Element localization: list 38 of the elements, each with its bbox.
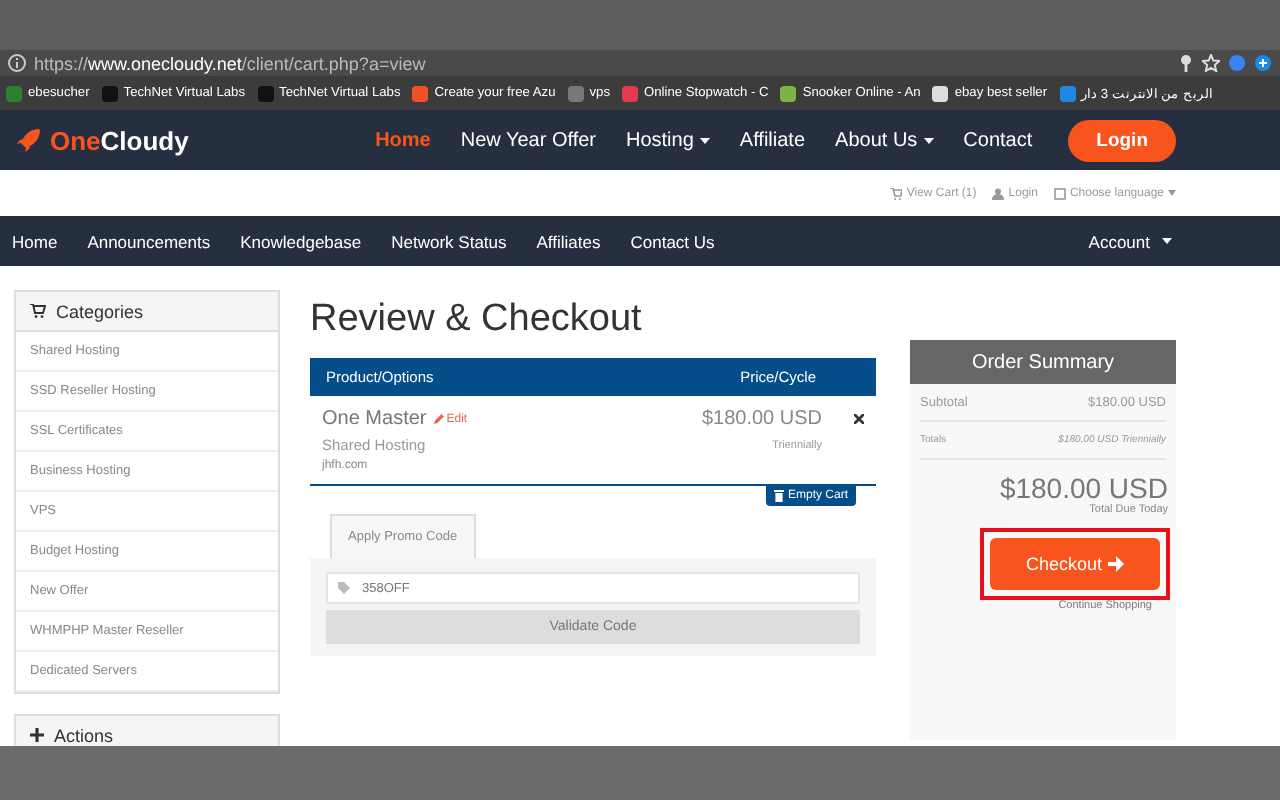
remove-icon — [854, 414, 864, 424]
pencil-icon — [434, 414, 445, 424]
arrow-right-icon — [1108, 556, 1125, 572]
account-menu[interactable]: Account — [1088, 231, 1172, 251]
caret-icon — [1168, 190, 1176, 196]
cart-icon — [890, 187, 903, 199]
nav-link[interactable]: Contact — [963, 129, 1033, 151]
extension-icon — [1228, 54, 1246, 72]
product-price: $180.00 USD — [701, 408, 822, 430]
star-icon — [1202, 54, 1220, 72]
cart-icon — [30, 304, 46, 318]
page-title: Review & Checkout — [310, 298, 644, 342]
summary-title: Order Summary — [910, 340, 1176, 384]
rocket-icon — [16, 128, 40, 152]
panel-title: Categories — [56, 301, 144, 321]
nav-link[interactable]: Affiliates — [536, 231, 601, 251]
nav-link[interactable]: Knowledgebase — [240, 231, 362, 251]
plus-icon — [30, 728, 44, 742]
info-icon — [8, 54, 26, 72]
nav-link[interactable]: Network Status — [391, 231, 507, 251]
product-name: One Master — [322, 408, 427, 430]
nav-link[interactable]: New Year Offer — [460, 129, 596, 151]
nav-link[interactable]: Affiliate — [739, 129, 806, 151]
nav-link[interactable]: Announcements — [87, 231, 211, 251]
nav-link[interactable]: Hosting — [626, 129, 694, 151]
nav-link[interactable]: Home — [375, 129, 431, 151]
nav-link[interactable]: About Us — [835, 129, 918, 151]
panel-title: Actions — [54, 725, 114, 745]
caret-icon — [1162, 238, 1172, 244]
key-icon — [1178, 54, 1194, 72]
site-logo-text[interactable]: OneCloudy — [50, 125, 189, 155]
nav-link[interactable]: Home — [12, 231, 58, 251]
language-icon — [1053, 187, 1066, 199]
total-amount: $180.00 USD — [997, 470, 1170, 504]
nav-link[interactable]: Contact Us — [630, 231, 715, 251]
user-icon — [992, 187, 1005, 199]
plus-icon — [1254, 54, 1272, 72]
trash-icon — [773, 490, 784, 502]
